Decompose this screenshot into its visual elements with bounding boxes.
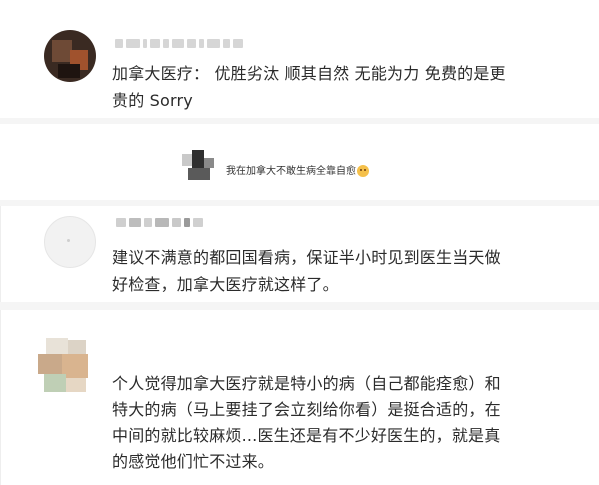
comment-line: 我在加拿大不敢生病全靠自愈: [226, 166, 356, 177]
comment-line: 中间的就比较麻烦...医生还是有不少好医生的，就是真: [112, 426, 501, 445]
avatar-pixel: [182, 154, 192, 166]
avatar-pixel: [192, 150, 204, 168]
avatar[interactable]: [44, 30, 96, 82]
comment-line: 建议不满意的都回国看病，保证半小时见到医生当天做: [112, 248, 501, 267]
avatar-pixel: [46, 338, 68, 354]
avatar-pixel: [68, 340, 86, 354]
comment-line: 加拿大医疗： 优胜劣汰 顺其自然 无能为力 免费的是更: [112, 64, 506, 83]
comment-text: 个人觉得加拿大医疗就是特小的病（自己都能痊愈）和 特大的病（马上要挂了会立刻给你…: [112, 371, 501, 475]
comment-line: 特大的病（马上要挂了会立刻给你看）是挺合适的，在: [112, 400, 501, 419]
avatar-pixel: [66, 378, 86, 392]
avatar[interactable]: [182, 150, 216, 184]
comment-line: 个人觉得加拿大医疗就是特小的病（自己都能痊愈）和: [112, 374, 501, 393]
avatar-pixel: [188, 168, 210, 180]
avatar-pixel: [67, 239, 70, 242]
comment-line: 好检查，加拿大医疗就这样了。: [112, 275, 339, 294]
comment-text: 我在加拿大不敢生病全靠自愈: [226, 162, 369, 177]
comment-line: 贵的 Sorry: [112, 91, 193, 110]
comment-text: 加拿大医疗： 优胜劣汰 顺其自然 无能为力 免费的是更 贵的 Sorry: [112, 60, 506, 114]
username[interactable]: [115, 37, 243, 49]
avatar-pixel: [44, 374, 66, 392]
emoji-face-icon: [357, 165, 369, 177]
avatar-pixel: [52, 40, 72, 62]
username[interactable]: [116, 216, 203, 228]
avatar[interactable]: [44, 216, 96, 268]
avatar-pixel: [58, 64, 80, 78]
avatar-pixel: [204, 158, 214, 168]
comment-line: 的感觉他们忙不过来。: [112, 452, 275, 471]
divider: [0, 302, 599, 310]
avatar-pixel: [38, 354, 62, 374]
comment-text: 建议不满意的都回国看病，保证半小时见到医生当天做 好检查，加拿大医疗就这样了。: [112, 244, 501, 298]
avatar[interactable]: [34, 336, 94, 396]
